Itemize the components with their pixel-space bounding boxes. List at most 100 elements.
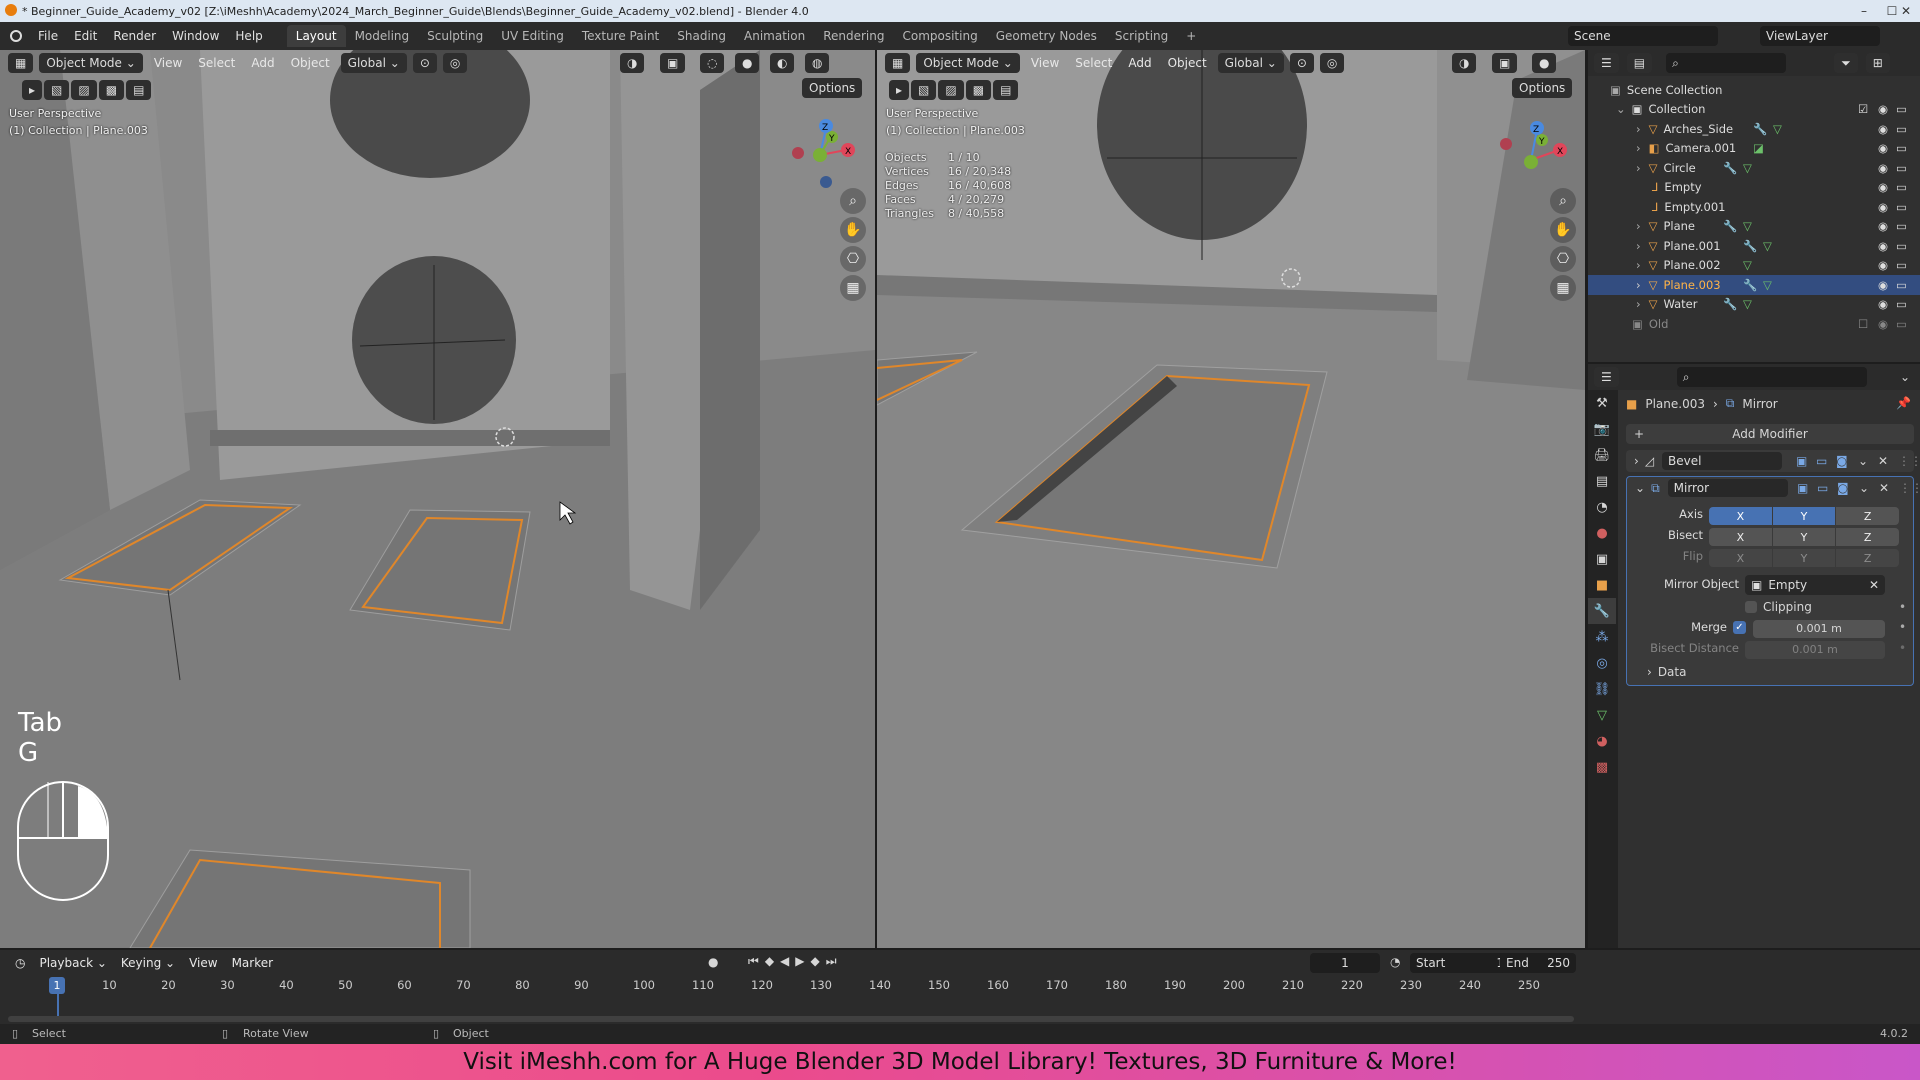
particles-tab-icon[interactable]: ⁂ <box>1588 624 1616 650</box>
orientation-selector[interactable]: Global ⌄ <box>340 53 407 73</box>
modifier-tab-icon[interactable]: 🔧 <box>1588 598 1616 624</box>
scene-selector[interactable]: Scene <box>1568 26 1718 46</box>
constraints-tab-icon[interactable]: ⛓ <box>1588 676 1616 702</box>
pin-icon[interactable]: 📌 <box>1896 396 1911 410</box>
merge-distance-field[interactable]: 0.001 m <box>1753 620 1885 638</box>
flip-x-toggle[interactable]: X <box>1709 549 1772 567</box>
playback-menu[interactable]: Playback ⌄ <box>34 956 111 970</box>
timeline-view-menu[interactable]: View <box>184 956 222 970</box>
chevron-right-icon[interactable]: › <box>1636 161 1641 175</box>
pan-hand-icon[interactable]: ✋ <box>1550 217 1576 243</box>
editor-type-icon[interactable]: ▦ <box>885 53 911 73</box>
tab-uv-editing[interactable]: UV Editing <box>492 25 573 47</box>
mesh-data-icon[interactable]: ▽ <box>1773 122 1782 136</box>
zoom-icon[interactable]: ⌕ <box>840 188 866 214</box>
select-extend-icon[interactable]: ▨ <box>71 80 97 100</box>
world-tab-icon[interactable]: ● <box>1588 520 1616 546</box>
chevron-down-icon[interactable]: ⌄ <box>1859 481 1869 495</box>
data-subpanel[interactable]: › Data <box>1647 665 1686 679</box>
chevron-down-icon[interactable]: ⌄ <box>1900 370 1910 384</box>
tab-modeling[interactable]: Modeling <box>346 25 419 47</box>
flip-y-toggle[interactable]: Y <box>1772 549 1836 567</box>
material-tab-icon[interactable]: ◕ <box>1588 728 1616 754</box>
outliner-item[interactable]: ⅃ Empty ◉ ▭ <box>1588 178 1920 198</box>
outliner-item-old[interactable]: ▣ Old ☐ ◉ ▭ <box>1588 314 1920 334</box>
rendered-shading-icon[interactable]: ◍ <box>805 53 830 73</box>
chevron-right-icon[interactable]: › <box>1636 258 1641 272</box>
select-tool-icon[interactable]: ▸ <box>889 80 910 100</box>
modifier-wrench-icon[interactable]: 🔧 <box>1753 122 1767 136</box>
render-toggle-icon[interactable]: ◙ <box>1837 481 1849 495</box>
menu-window[interactable]: Window <box>164 29 227 43</box>
bisect-y-toggle[interactable]: Y <box>1772 528 1836 546</box>
outliner-item[interactable]: › ▽ Plane.001 🔧 ▽ ◉ ▭ <box>1588 236 1920 256</box>
overlays-icon[interactable]: ◑ <box>620 53 645 73</box>
filter-icon[interactable]: ⏷ <box>1834 53 1858 73</box>
snap-icon[interactable]: ⊙ <box>412 53 437 73</box>
chevron-right-icon[interactable]: › <box>1636 219 1641 233</box>
chevron-right-icon[interactable]: › <box>1636 239 1641 253</box>
chevron-down-icon[interactable]: ⌄ <box>1635 481 1645 495</box>
timeline-marker-menu[interactable]: Marker <box>227 956 278 970</box>
mode-selector[interactable]: Object Mode ⌄ <box>916 53 1020 73</box>
snap-icon[interactable]: ⊙ <box>1289 53 1314 73</box>
add-workspace-button[interactable]: + <box>1177 25 1205 47</box>
eye-icon[interactable]: ◉ <box>1878 239 1888 253</box>
end-frame-field[interactable]: End 250 <box>1500 953 1576 973</box>
jump-start-icon[interactable]: ⏮ <box>748 954 759 969</box>
eye-icon[interactable]: ◉ <box>1878 297 1888 311</box>
modifier-wrench-icon[interactable]: 🔧 <box>1723 297 1737 311</box>
blender-menu-icon[interactable] <box>10 30 22 42</box>
select-invert-icon[interactable]: ▤ <box>126 80 152 100</box>
wireframe-shading-icon[interactable]: ◌ <box>700 53 725 73</box>
flip-z-toggle[interactable]: Z <box>1836 549 1900 567</box>
drag-handle-icon[interactable]: ⋮⋮ <box>1898 454 1920 468</box>
eye-icon[interactable]: ◉ <box>1878 122 1888 136</box>
edit-mode-toggle-icon[interactable]: ▣ <box>1796 454 1807 468</box>
camera-render-icon[interactable]: ▭ <box>1896 239 1907 253</box>
modifier-wrench-icon[interactable]: 🔧 <box>1723 219 1737 233</box>
proportional-edit-icon[interactable]: ◎ <box>1319 53 1345 73</box>
clipping-checkbox[interactable] <box>1745 601 1757 613</box>
mesh-data-icon[interactable]: ▽ <box>1763 278 1772 292</box>
outliner-item[interactable]: › ◧ Camera.001 ◪ ◉ ▭ <box>1588 139 1920 159</box>
camera-render-icon[interactable]: ▭ <box>1896 297 1907 311</box>
camera-render-icon[interactable]: ▭ <box>1896 161 1907 175</box>
output-tab-icon[interactable]: 🖨 <box>1588 442 1616 468</box>
eye-icon[interactable]: ◉ <box>1878 161 1888 175</box>
tab-shading[interactable]: Shading <box>668 25 735 47</box>
camera-render-icon[interactable]: ▭ <box>1896 219 1907 233</box>
tab-animation[interactable]: Animation <box>735 25 814 47</box>
mode-selector[interactable]: Object Mode ⌄ <box>39 53 143 73</box>
eye-icon[interactable]: ◉ <box>1878 258 1888 272</box>
camera-render-icon[interactable]: ▭ <box>1896 180 1907 194</box>
menu-view[interactable]: View <box>1026 56 1064 70</box>
properties-search-input[interactable]: ⌕ <box>1676 367 1867 387</box>
tab-compositing[interactable]: Compositing <box>893 25 986 47</box>
select-subtract-icon[interactable]: ▩ <box>98 80 125 100</box>
scene-tab-icon[interactable]: ◔ <box>1588 494 1616 520</box>
menu-help[interactable]: Help <box>227 29 270 43</box>
tab-layout[interactable]: Layout <box>286 25 346 47</box>
outliner-item[interactable]: › ▽ Circle 🔧 ▽ ◉ ▭ <box>1588 158 1920 178</box>
axis-x-toggle[interactable]: X <box>1709 507 1772 525</box>
eye-icon[interactable]: ◉ <box>1878 200 1888 214</box>
data-tab-icon[interactable]: ▽ <box>1588 702 1616 728</box>
menu-add[interactable]: Add <box>1123 56 1156 70</box>
modifier-wrench-icon[interactable]: 🔧 <box>1743 278 1757 292</box>
editor-type-icon[interactable]: ▦ <box>8 53 34 73</box>
menu-render[interactable]: Render <box>105 29 164 43</box>
timeline-ruler[interactable]: 1102030405060708090100110120130140150160… <box>0 978 1580 996</box>
axis-z-toggle[interactable]: Z <box>1836 507 1900 525</box>
camera-render-icon[interactable]: ▭ <box>1896 258 1907 272</box>
outliner-search-input[interactable]: ⌕ <box>1666 53 1787 73</box>
menu-select[interactable]: Select <box>1070 56 1117 70</box>
eye-icon[interactable]: ◉ <box>1878 219 1888 233</box>
bevel-modifier-panel[interactable]: › ◿ Bevel ▣ ▭ ◙ ⌄ ✕ ⋮⋮ <box>1626 450 1920 472</box>
mesh-data-icon[interactable]: ▽ <box>1743 297 1752 311</box>
menu-edit[interactable]: Edit <box>66 29 105 43</box>
editor-type-icon[interactable]: ☰ <box>1594 53 1619 73</box>
chevron-down-icon[interactable]: ⌄ <box>1858 454 1868 468</box>
camera-render-icon[interactable]: ▭ <box>1896 122 1907 136</box>
editor-type-icon[interactable]: ◷ <box>10 956 30 970</box>
